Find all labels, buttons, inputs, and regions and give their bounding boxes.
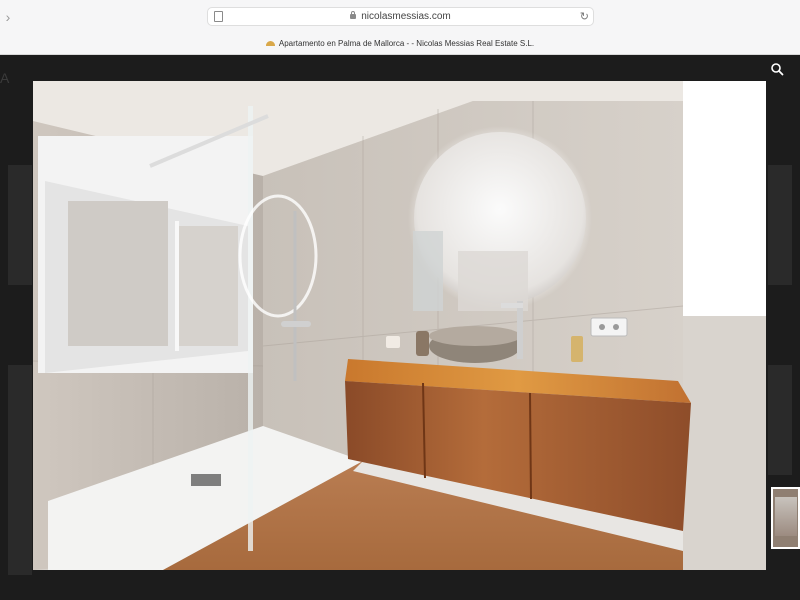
favicon-icon xyxy=(265,41,275,46)
site-logo[interactable]: A​​ xyxy=(0,70,10,86)
lightbox-photo[interactable] xyxy=(33,81,766,570)
address-bar[interactable]: nicolasmessias.com ↻ xyxy=(207,7,594,26)
background-card xyxy=(8,165,32,285)
reload-icon[interactable]: ↻ xyxy=(580,8,589,26)
gallery-thumbnail[interactable] xyxy=(771,487,800,549)
background-card xyxy=(768,365,792,475)
background-card xyxy=(768,165,792,285)
url-text: nicolasmessias.com xyxy=(361,11,451,22)
lock-icon xyxy=(350,11,357,19)
tab-title[interactable]: Apartamento en Palma de Mallorca - - Nic… xyxy=(0,38,800,50)
tab-title-text: Apartamento en Palma de Mallorca - - Nic… xyxy=(278,39,535,48)
thumbnail-image xyxy=(775,497,797,536)
back-icon[interactable]: › xyxy=(2,8,14,26)
browser-chrome: › nicolasmessias.com ↻ Apartamento en Pa… xyxy=(0,0,800,55)
background-card xyxy=(8,365,32,575)
search-icon[interactable] xyxy=(765,58,789,80)
url-container: nicolasmessias.com xyxy=(208,8,593,26)
